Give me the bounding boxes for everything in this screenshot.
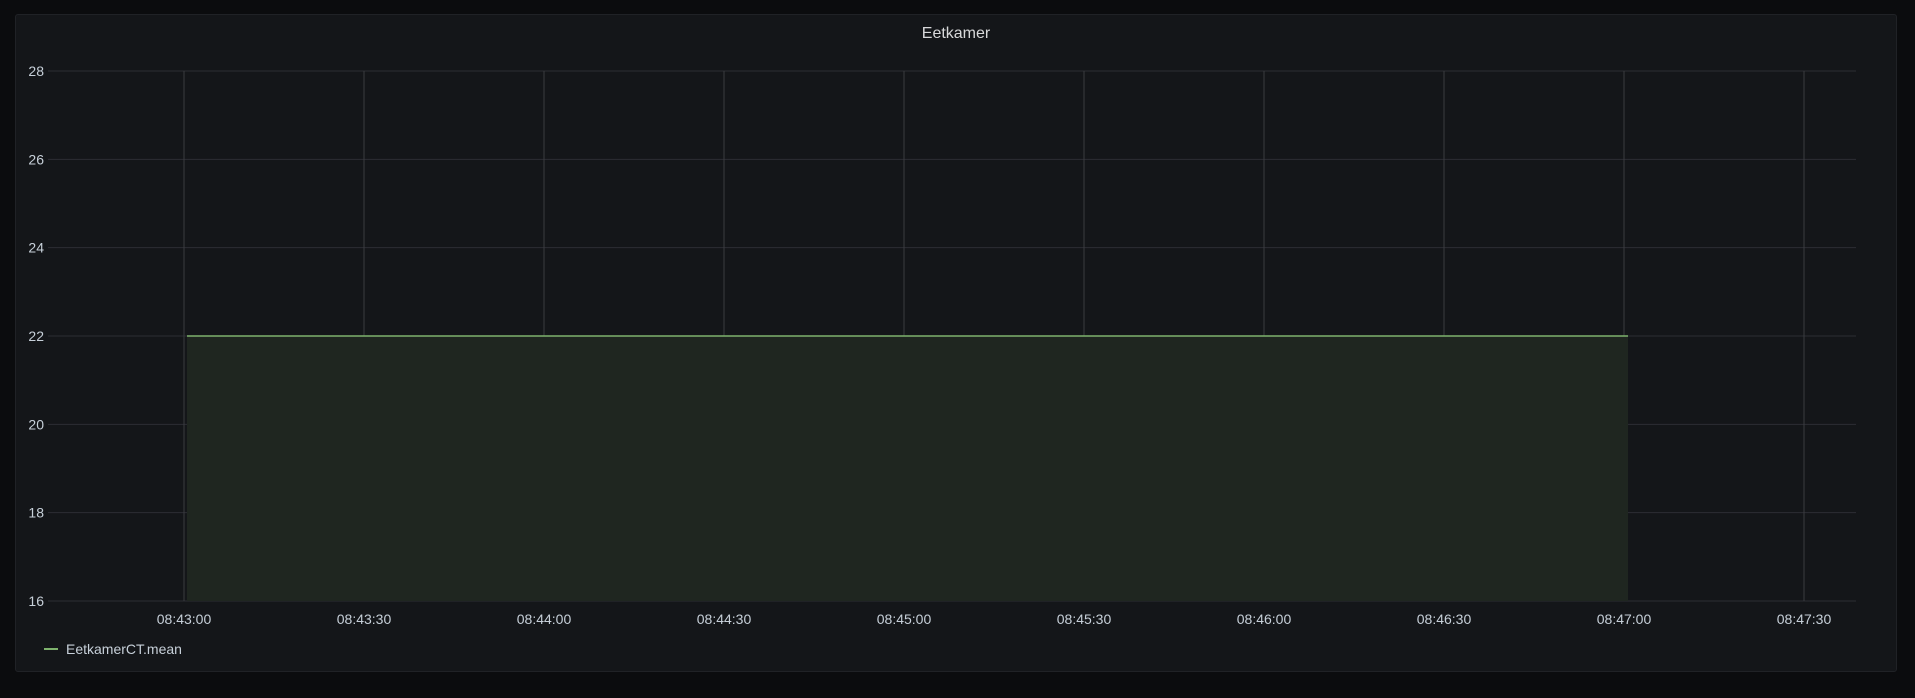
x-tick-label: 08:47:30	[1777, 611, 1832, 627]
x-tick-label: 08:46:30	[1417, 611, 1472, 627]
y-tick-label: 16	[28, 593, 44, 609]
y-tick-label: 20	[28, 416, 44, 432]
x-tick-label: 08:45:30	[1057, 611, 1112, 627]
x-tick-label: 08:44:30	[697, 611, 752, 627]
legend-label: EetkamerCT.mean	[66, 641, 182, 657]
chart-svg: 16182022242628 08:43:00 08:43:30 08:44:00 0…	[28, 63, 1856, 627]
x-tick-label: 08:47:00	[1597, 611, 1652, 627]
x-axis: 08:43:00 08:43:30 08:44:00 08:44:30 08:45:00…	[157, 611, 1832, 627]
y-tick-label: 24	[28, 240, 44, 256]
y-axis: 16 18 20 22 24 26 28	[28, 63, 44, 609]
y-tick-label: 22	[28, 328, 44, 344]
legend-item[interactable]: EetkamerCT.mean	[44, 641, 182, 657]
x-tick-label: 08:46:00	[1237, 611, 1292, 627]
y-tick-label: 18	[28, 505, 44, 521]
legend-swatch-icon	[44, 648, 58, 650]
series-area	[187, 336, 1628, 601]
x-tick-label: 08:45:00	[877, 611, 932, 627]
x-tick-label: 08:43:00	[157, 611, 212, 627]
graph-panel: Eetkamer 16 18 20 22 24 26 28 08:43:00 08:43:30…	[15, 14, 1897, 672]
x-tick-label: 08:44:00	[517, 611, 572, 627]
y-tick-label: 28	[28, 63, 44, 79]
y-tick-label: 26	[28, 151, 44, 167]
x-tick-label: 08:43:30	[337, 611, 392, 627]
area-layer	[187, 336, 1628, 601]
